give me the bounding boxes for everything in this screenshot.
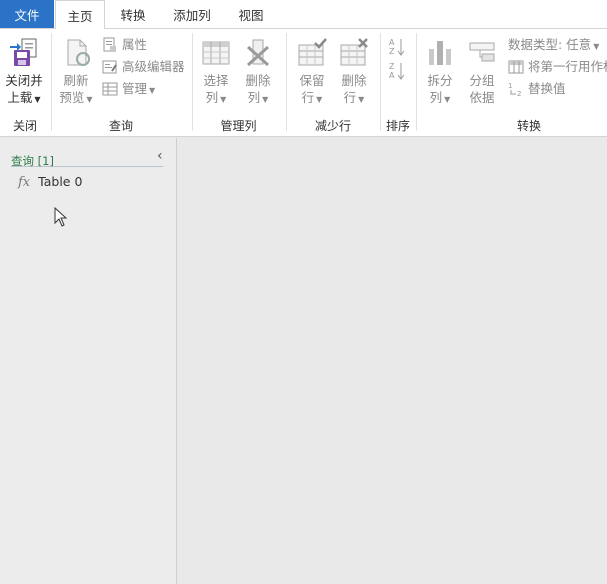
tab-file[interactable]: 文件	[0, 0, 54, 28]
query-name: Table 0	[38, 174, 83, 189]
remove-rows-icon	[338, 37, 370, 69]
group-label-manage-columns: 管理列	[220, 119, 257, 133]
advanced-editor-button[interactable]: 高级编辑器	[102, 57, 185, 77]
dropdown-arrow-icon: ▼	[220, 95, 227, 104]
refresh-label-1: 刷新	[63, 73, 89, 88]
group-label-sort: 排序	[385, 119, 410, 133]
remove-columns-label-1: 删除	[245, 73, 271, 88]
remove-columns-icon	[242, 37, 274, 69]
choose-columns-label-2: 列 ▼	[198, 89, 234, 108]
refresh-preview-button[interactable]: 刷新 预览 ▼	[58, 37, 94, 108]
choose-columns-icon	[200, 37, 232, 69]
dropdown-arrow-icon: ▼	[149, 86, 156, 95]
remove-columns-label-2: 列 ▼	[240, 89, 276, 108]
choose-columns-label-2-text: 列	[205, 90, 219, 105]
group-by-icon	[466, 37, 498, 69]
split-column-label-2-text: 列	[429, 90, 443, 105]
dropdown-arrow-icon: ▼	[444, 95, 451, 104]
collapse-pane-icon[interactable]: ‹	[157, 148, 163, 164]
close-load-icon	[8, 37, 40, 69]
refresh-label-2: 预览 ▼	[58, 89, 94, 108]
manage-button[interactable]: 管理 ▼	[102, 79, 155, 99]
queries-pane: 查询 [1] ‹ fx Table 0	[0, 138, 177, 584]
remove-rows-label-2: 行 ▼	[336, 89, 372, 108]
replace-values-button[interactable]: 12 替换值	[508, 79, 566, 99]
remove-rows-label-2-text: 行	[343, 90, 357, 105]
svg-text:A: A	[389, 38, 395, 47]
table-header-icon	[508, 59, 524, 75]
svg-text:1: 1	[508, 82, 512, 90]
remove-columns-label-2-text: 列	[247, 90, 261, 105]
svg-text:2: 2	[517, 90, 521, 97]
tab-transform[interactable]: 转换	[112, 0, 154, 29]
svg-text:Z: Z	[389, 47, 395, 56]
group-label-reduce-rows: 减少行	[314, 119, 351, 133]
properties-label: 属性	[122, 37, 148, 52]
close-and-load-button[interactable]: 关闭并 上载 ▼	[4, 37, 44, 108]
replace-values-label: 替换值	[528, 81, 566, 96]
data-preview-area	[178, 138, 607, 584]
choose-columns-label-1: 选择	[203, 73, 229, 88]
keep-rows-icon	[296, 37, 328, 69]
dropdown-arrow-icon: ▼	[316, 95, 323, 104]
tab-home[interactable]: 主页	[55, 0, 105, 30]
advanced-editor-icon	[102, 59, 118, 75]
advanced-editor-label: 高级编辑器	[122, 59, 185, 74]
dropdown-arrow-icon: ▼	[262, 95, 269, 104]
close-load-label-1: 关闭并	[5, 73, 43, 88]
dropdown-arrow-icon: ▼	[34, 95, 41, 104]
split-column-button[interactable]: 拆分 列 ▼	[422, 37, 458, 108]
remove-rows-label-1: 删除	[341, 73, 367, 88]
group-label-query: 查询	[108, 119, 133, 133]
split-column-icon	[424, 37, 456, 69]
sort-ascending-button[interactable]: AZ	[389, 35, 409, 56]
queries-pane-divider	[11, 166, 163, 167]
remove-columns-button[interactable]: 删除 列 ▼	[240, 37, 276, 108]
keep-rows-button[interactable]: 保留 行 ▼	[294, 37, 330, 108]
data-type-label: 数据类型: 任意	[508, 37, 592, 52]
use-first-row-as-headers-button[interactable]: 将第一行用作标	[508, 57, 607, 77]
choose-columns-button[interactable]: 选择 列 ▼	[198, 37, 234, 108]
dropdown-arrow-icon: ▼	[593, 42, 600, 51]
split-column-label-1: 拆分	[427, 73, 453, 88]
close-load-label-2: 上载 ▼	[4, 89, 44, 108]
split-column-label-2: 列 ▼	[422, 89, 458, 108]
ribbon-tab-bar: 文件 主页 转换 添加列 视图	[0, 0, 607, 30]
properties-button[interactable]: 属性	[102, 35, 147, 55]
group-by-label-1: 分组	[469, 73, 495, 88]
replace-values-icon: 12	[508, 81, 524, 98]
svg-text:Z: Z	[389, 62, 395, 71]
manage-label: 管理	[122, 81, 148, 96]
sort-descending-button[interactable]: ZA	[389, 59, 409, 80]
ribbon: 关闭并 上载 ▼ 关闭 刷新 预览 ▼ 属性 高级编辑器 管理 ▼ 查询 选择 …	[0, 29, 607, 137]
group-by-button[interactable]: 分组 依据	[464, 37, 500, 106]
first-row-header-label: 将第一行用作标	[528, 59, 607, 74]
tab-add-column[interactable]: 添加列	[164, 0, 220, 29]
properties-icon	[102, 37, 118, 53]
group-by-label-2: 依据	[469, 90, 495, 105]
query-list-item[interactable]: fx Table 0	[18, 172, 82, 192]
dropdown-arrow-icon: ▼	[358, 95, 365, 104]
dropdown-arrow-icon: ▼	[86, 95, 93, 104]
svg-text:A: A	[389, 71, 395, 80]
keep-rows-label-2: 行 ▼	[294, 89, 330, 108]
keep-rows-label-2-text: 行	[301, 90, 315, 105]
remove-rows-button[interactable]: 删除 行 ▼	[336, 37, 372, 108]
sort-descending-icon: ZA	[389, 61, 405, 80]
tab-view[interactable]: 视图	[230, 0, 272, 29]
refresh-icon	[60, 37, 92, 69]
data-type-dropdown[interactable]: 数据类型: 任意 ▼	[508, 35, 599, 55]
function-fx-icon: fx	[18, 175, 31, 190]
group-label-close: 关闭	[12, 119, 37, 133]
refresh-label-2-text: 预览	[59, 90, 85, 105]
sort-ascending-icon: AZ	[389, 37, 405, 56]
group-label-transform: 转换	[516, 119, 541, 133]
manage-icon	[102, 81, 118, 97]
keep-rows-label-1: 保留	[299, 73, 325, 88]
close-load-label-2-text: 上载	[7, 90, 33, 105]
mouse-pointer-icon	[54, 206, 68, 230]
